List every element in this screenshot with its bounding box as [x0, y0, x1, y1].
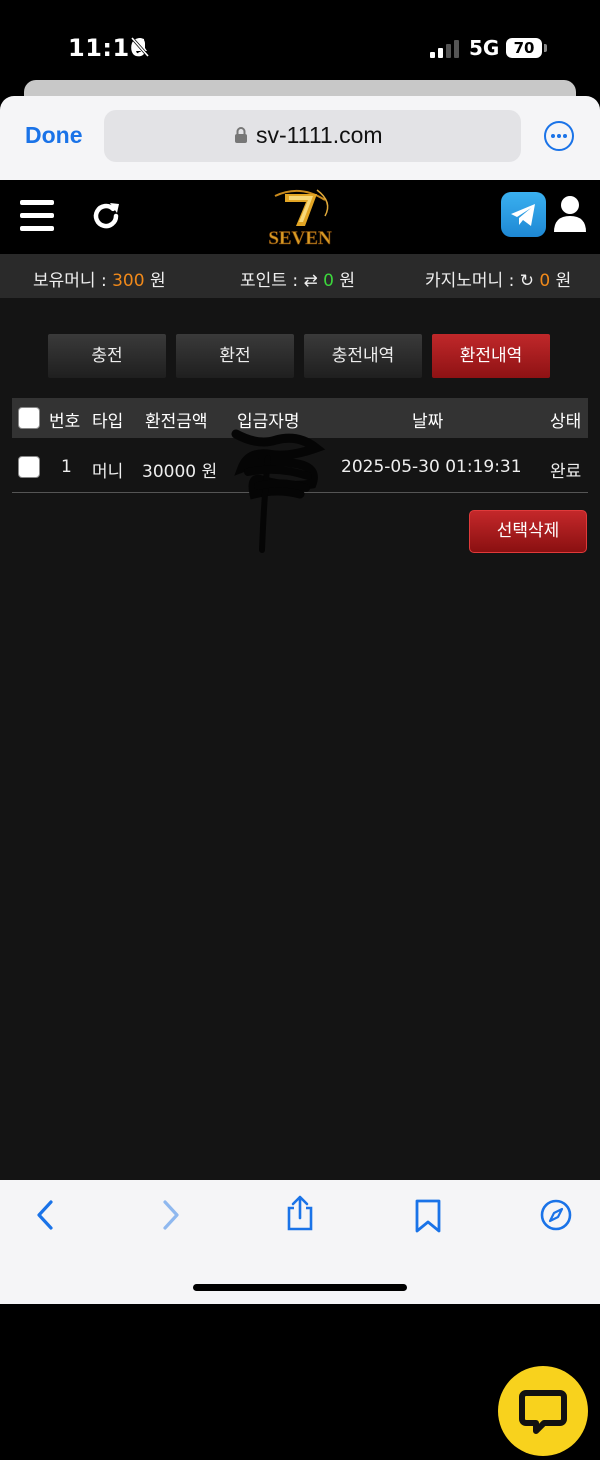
reload-icon[interactable]: ↻ [520, 271, 534, 291]
share-icon[interactable] [285, 1194, 315, 1236]
select-all-checkbox[interactable] [18, 407, 40, 429]
network-type: 5G [469, 36, 500, 60]
lock-icon [234, 126, 248, 148]
header-status: 상태 [550, 412, 582, 432]
tab-withdraw-history[interactable]: 환전내역 [432, 334, 550, 378]
site-logo[interactable]: SEVEN [255, 186, 345, 249]
menu-icon[interactable] [20, 200, 54, 232]
header-amount: 환전금액 [145, 412, 208, 432]
user-icon[interactable] [552, 194, 588, 238]
point-balance: 포인트 : ⇄ 0 원 [240, 271, 355, 291]
cell-date: 2025-05-30 01:19:31 [341, 457, 522, 477]
cell-status: 완료 [550, 462, 582, 482]
battery-icon: 70 [506, 38, 542, 58]
telegram-icon[interactable] [501, 192, 546, 237]
header-no: 번호 [49, 412, 81, 432]
browser-top-bar: Done sv-1111.com [0, 96, 600, 180]
money-balance: 보유머니 : 300 원 [33, 271, 166, 291]
compass-icon[interactable] [539, 1198, 573, 1236]
delete-selected-button[interactable]: 선택삭제 [469, 510, 587, 553]
balance-bar: 보유머니 : 300 원 포인트 : ⇄ 0 원 카지노머니 : ↻ 0 원 [0, 254, 600, 298]
more-options-icon[interactable] [544, 121, 574, 151]
signal-icon [430, 40, 459, 58]
tab-withdraw[interactable]: 환전 [176, 334, 294, 378]
address-bar[interactable]: sv-1111.com [104, 110, 521, 162]
cell-amount: 30000 원 [142, 462, 218, 482]
done-button[interactable]: Done [25, 122, 83, 149]
home-indicator [193, 1284, 407, 1291]
header-type: 타입 [92, 412, 124, 432]
casino-balance: 카지노머니 : ↻ 0 원 [425, 271, 572, 291]
url-text: sv-1111.com [256, 122, 383, 148]
chat-button[interactable] [498, 1366, 588, 1456]
tab-bar: 충전 환전 충전내역 환전내역 [48, 334, 552, 378]
browser-bottom-toolbar [0, 1180, 600, 1304]
tab-deposit-history[interactable]: 충전내역 [304, 334, 422, 378]
cell-no: 1 [61, 457, 72, 477]
site-header: SEVEN [0, 180, 600, 254]
header-date: 날짜 [412, 412, 444, 432]
back-icon[interactable] [34, 1198, 56, 1236]
tab-deposit[interactable]: 충전 [48, 334, 166, 378]
bookmarks-icon[interactable] [413, 1198, 443, 1238]
battery-nub [544, 44, 547, 52]
bell-muted-icon [130, 36, 150, 62]
refresh-icon[interactable] [90, 200, 122, 236]
svg-text:SEVEN: SEVEN [268, 228, 332, 248]
forward-icon[interactable] [160, 1198, 182, 1236]
redaction-scribble [228, 428, 328, 562]
row-checkbox[interactable] [18, 456, 40, 478]
exchange-arrows-icon[interactable]: ⇄ [303, 271, 317, 291]
cell-type: 머니 [92, 462, 124, 482]
